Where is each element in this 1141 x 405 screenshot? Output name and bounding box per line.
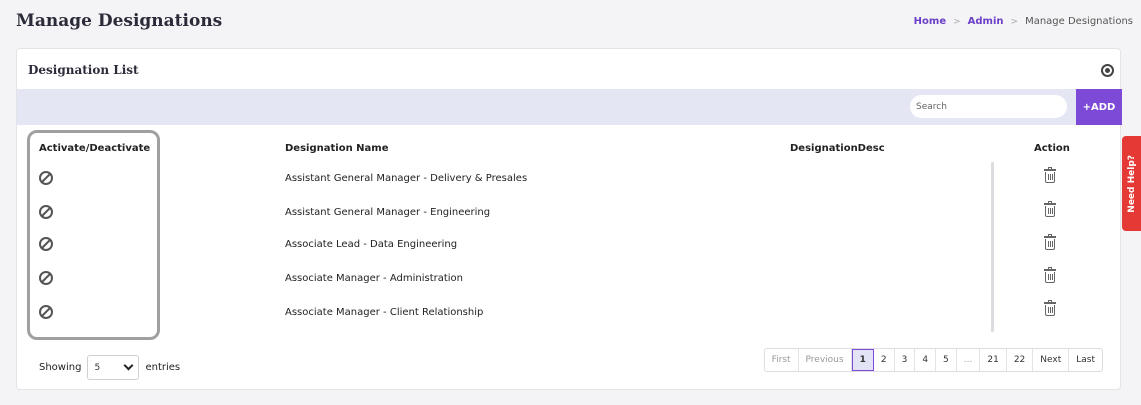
chevron-right-icon: > xyxy=(1010,16,1019,27)
page-ellipsis: ... xyxy=(957,349,981,371)
chevron-down-icon xyxy=(124,360,134,371)
add-designation-button[interactable]: +ADD xyxy=(1076,89,1122,125)
page-22-button[interactable]: 22 xyxy=(1007,349,1034,371)
designation-name: Assistant General Manager - Delivery & P… xyxy=(285,173,528,184)
showing-label: Showing xyxy=(39,362,82,373)
table-toolbar: +ADD xyxy=(17,89,1122,125)
trash-icon[interactable] xyxy=(1044,234,1056,250)
page-4-button[interactable]: 4 xyxy=(915,349,937,371)
need-help-label: Need Help? xyxy=(1126,154,1137,213)
need-help-tab[interactable]: Need Help? xyxy=(1122,136,1141,231)
entries-label: entries xyxy=(145,362,181,373)
page-previous-button[interactable]: Previous xyxy=(799,349,852,371)
designation-list-card: Designation List +ADD Activate/Deactivat… xyxy=(16,48,1122,390)
breadcrumb-home-link[interactable]: Home xyxy=(914,16,946,27)
breadcrumb-current: Manage Designations xyxy=(1025,16,1133,27)
trash-icon[interactable] xyxy=(1044,201,1056,217)
page-3-button[interactable]: 3 xyxy=(895,349,916,371)
settings-icon[interactable] xyxy=(1101,64,1114,77)
pagination: First Previous 1 2 3 4 5 ... 21 22 Next … xyxy=(763,348,1103,372)
trash-icon[interactable] xyxy=(1044,267,1056,283)
entries-selector: Showing 5 entries xyxy=(39,355,180,380)
page-1-button[interactable]: 1 xyxy=(851,349,874,371)
table-scrollbar[interactable] xyxy=(991,162,994,332)
entries-select[interactable]: 5 xyxy=(87,355,140,380)
trash-icon[interactable] xyxy=(1044,167,1056,183)
designation-name: Associate Lead - Data Engineering xyxy=(285,239,458,250)
column-header-designation-name: Designation Name xyxy=(285,143,389,154)
chevron-right-icon: > xyxy=(953,16,961,27)
designation-name: Associate Manager - Administration xyxy=(285,273,464,284)
page-first-button[interactable]: First xyxy=(765,349,799,371)
page-21-button[interactable]: 21 xyxy=(980,349,1007,371)
column-header-designation-desc: DesignationDesc xyxy=(790,143,885,154)
entries-value: 5 xyxy=(94,362,101,373)
page-2-button[interactable]: 2 xyxy=(874,349,895,371)
activate-column-highlight xyxy=(27,130,160,340)
breadcrumb-admin-link[interactable]: Admin xyxy=(968,16,1004,27)
search-input[interactable] xyxy=(910,95,1067,118)
designation-name: Assistant General Manager - Engineering xyxy=(285,207,491,218)
designation-name: Associate Manager - Client Relationship xyxy=(285,307,484,318)
column-header-action: Action xyxy=(1034,143,1070,154)
card-title: Designation List xyxy=(28,63,139,77)
page-next-button[interactable]: Next xyxy=(1033,349,1070,371)
page-title: Manage Designations xyxy=(16,11,223,31)
page-last-button[interactable]: Last xyxy=(1069,349,1102,371)
trash-icon[interactable] xyxy=(1044,300,1056,316)
breadcrumb: Home > Admin > Manage Designations xyxy=(914,16,1133,27)
page-5-button[interactable]: 5 xyxy=(936,349,957,371)
